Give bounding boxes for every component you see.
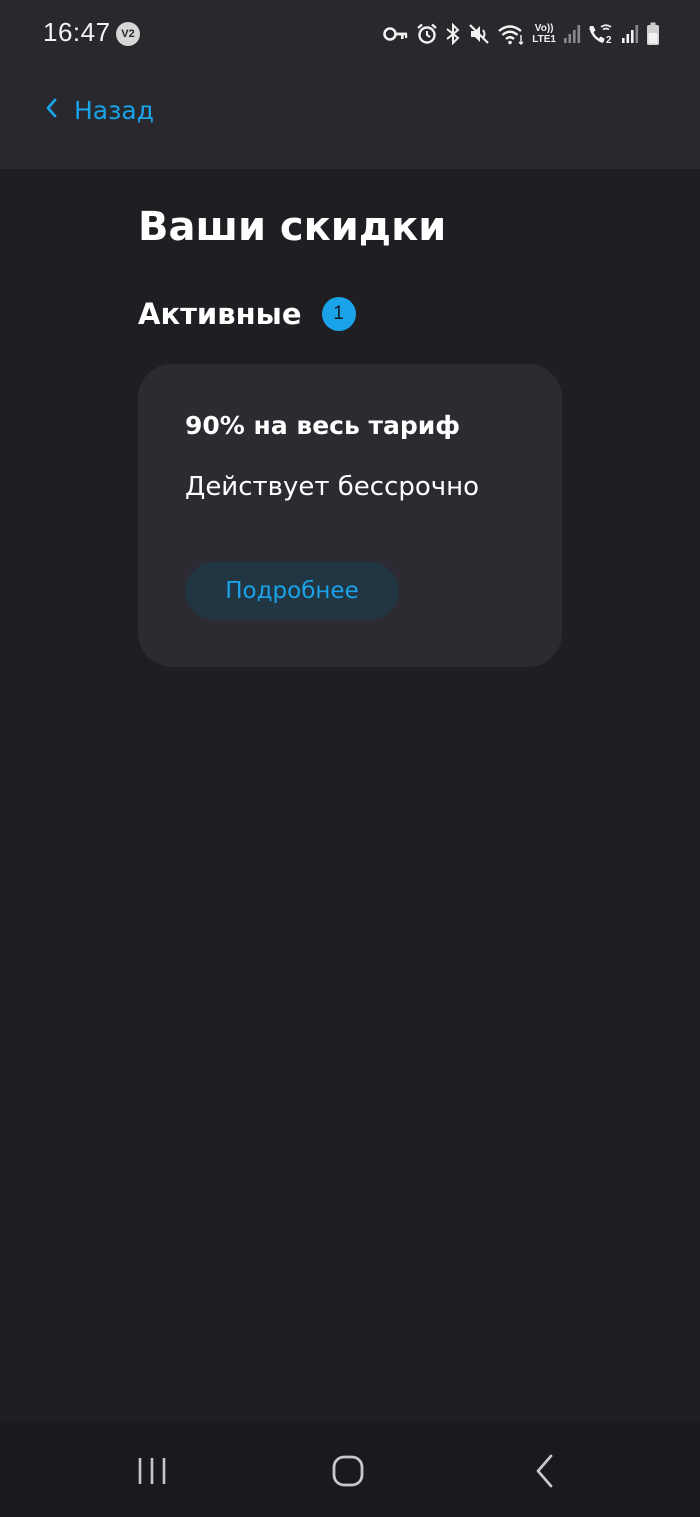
- recent-apps-icon: [132, 1451, 172, 1491]
- active-count-badge: 1: [321, 297, 356, 331]
- status-icons: Vo)) LTE1 2: [383, 18, 660, 50]
- back-label: Назад: [74, 95, 155, 125]
- top-area: 16:47 V2 Vo)) LTE1 2 Назад: [0, 0, 700, 169]
- volte-icon: Vo)) LTE1: [532, 23, 556, 45]
- battery-icon: [646, 22, 660, 46]
- status-bar: 16:47 V2 Vo)) LTE1 2: [0, 0, 700, 66]
- section-header: Активные 1: [138, 297, 356, 331]
- wifi-icon: [497, 23, 525, 45]
- home-button[interactable]: [328, 1451, 368, 1491]
- key-icon: [383, 25, 409, 43]
- back-link[interactable]: Назад: [44, 90, 154, 130]
- page-title: Ваши скидки: [138, 204, 447, 250]
- mute-icon: [468, 23, 490, 45]
- volte-label-top: Vo)): [534, 23, 554, 34]
- v2-badge: V2: [116, 22, 140, 46]
- wifi-call-icon: 2: [588, 23, 614, 45]
- discount-card: 90% на весь тариф Действует бессрочно По…: [138, 364, 562, 667]
- bluetooth-icon: [445, 23, 461, 45]
- alarm-icon: [416, 23, 438, 45]
- details-button[interactable]: Подробнее: [185, 562, 399, 620]
- discount-validity: Действует бессрочно: [185, 472, 480, 502]
- back-icon: [526, 1451, 566, 1491]
- signal-icon: [621, 24, 639, 44]
- volte-label-bottom: LTE1: [532, 34, 556, 45]
- recent-apps-button[interactable]: [132, 1451, 172, 1491]
- sim2-label: 2: [606, 35, 612, 45]
- header: Назад: [0, 66, 700, 169]
- section-title: Активные: [138, 297, 302, 331]
- nav-back-button[interactable]: [526, 1451, 566, 1491]
- chevron-left-icon: [44, 97, 58, 123]
- status-time: 16:47: [43, 17, 111, 47]
- signal-icon: [563, 24, 581, 44]
- discount-title: 90% на весь тариф: [185, 411, 461, 440]
- system-nav-bar: [0, 1423, 700, 1517]
- home-icon: [328, 1451, 368, 1491]
